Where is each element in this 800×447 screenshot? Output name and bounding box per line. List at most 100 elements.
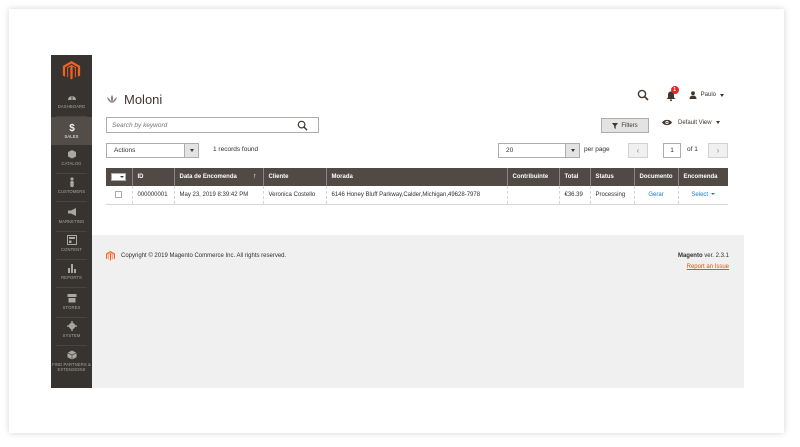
page-footer: Copyright © 2019 Magento Commerce Inc. A…: [92, 235, 744, 388]
chevron-left-icon: ‹: [636, 146, 640, 155]
page-total: of 1: [687, 146, 698, 153]
filters-label: Filters: [621, 122, 638, 129]
nav-reports[interactable]: REPORTS: [51, 263, 92, 285]
cell-date: May 23, 2019 8:39:42 PM: [173, 186, 263, 205]
nav-partners[interactable]: FIND PARTNERS & EXTENSIONS: [51, 350, 92, 380]
per-page-select[interactable]: 20: [498, 143, 580, 158]
brand-name: Magento: [677, 253, 703, 259]
cell-order: Select: [677, 186, 728, 205]
layout-icon: [66, 235, 77, 245]
cell-status: Processing: [589, 186, 634, 205]
cell-nif: [506, 186, 559, 205]
cell-id: 000000001: [131, 186, 174, 205]
chevron-down-icon: [711, 193, 716, 196]
notifications-badge: 1: [670, 86, 679, 94]
nav-marketing[interactable]: MARKETING: [51, 207, 92, 229]
nav-customers[interactable]: CUSTOMERS: [51, 177, 92, 199]
nav-stores[interactable]: STORES: [51, 293, 92, 315]
report-issue-link[interactable]: Report an Issue: [687, 264, 729, 270]
chevron-right-icon: ›: [716, 146, 720, 155]
column-header-label: Data de Encomenda: [179, 174, 237, 180]
user-menu[interactable]: Paulo: [689, 91, 724, 99]
dollar-icon: $: [69, 123, 75, 132]
header-actions: 1 Paulo: [637, 86, 724, 102]
chevron-down-icon: [189, 149, 194, 152]
order-select-link[interactable]: Select: [691, 192, 716, 198]
nav-label: CATALOG: [61, 161, 82, 166]
records-count: 1 records found: [213, 146, 259, 153]
search-input[interactable]: [107, 121, 292, 129]
mass-select-header[interactable]: [106, 168, 132, 186]
page-number-input[interactable]: 1: [663, 143, 681, 158]
row-checkbox[interactable]: [115, 191, 123, 199]
svg-text:$: $: [69, 123, 75, 132]
nav-label: SYSTEM: [62, 333, 81, 338]
nav-dashboard[interactable]: DASHBOARD: [51, 92, 92, 114]
magento-logo[interactable]: [62, 61, 81, 80]
nav-label: CUSTOMERS: [57, 189, 86, 194]
nav-catalog[interactable]: CATALOG: [51, 149, 92, 171]
nav-divider: [56, 173, 87, 174]
version-info: Magento ver. 2.3.1: [678, 253, 729, 259]
page-header: Moloni: [106, 89, 162, 109]
nav-label: DASHBOARD: [57, 104, 86, 109]
copyright-text: Copyright © 2019 Magento Commerce Inc. A…: [121, 253, 287, 259]
view-switcher[interactable]: Default View: [662, 119, 720, 126]
page-title: Moloni: [124, 91, 163, 107]
select-arrow: [565, 144, 579, 157]
nav-sales[interactable]: $ SALES: [51, 117, 92, 145]
magento-logo: [106, 251, 115, 261]
table-row: 000000001 May 23, 2019 8:39:42 PM Veroni…: [106, 186, 728, 205]
cell-total: €36.39: [558, 186, 590, 205]
nav-label: MARKETING: [58, 219, 85, 224]
nav-divider: [56, 287, 87, 288]
search-icon[interactable]: [297, 120, 308, 131]
column-header-id[interactable]: ID: [131, 168, 174, 186]
cube-icon: [67, 150, 76, 159]
nav-divider: [56, 317, 87, 318]
column-header-nif[interactable]: Contribuinte: [506, 168, 559, 186]
sort-arrow-icon: ↑: [253, 173, 257, 180]
column-header-address[interactable]: Morada: [325, 168, 507, 186]
nav-divider: [56, 231, 87, 232]
column-header-total[interactable]: Total: [558, 168, 590, 186]
column-header-status[interactable]: Status: [589, 168, 634, 186]
moloni-lotus-icon: [107, 95, 117, 103]
column-header-order[interactable]: Encomenda: [677, 168, 728, 186]
column-header-document[interactable]: Documento: [633, 168, 678, 186]
notifications-button[interactable]: 1: [665, 86, 679, 102]
chevron-down-icon: [720, 93, 724, 97]
sidebar: DASHBOARD $ SALES CATALOG CUSTOMERS MARK…: [51, 55, 92, 388]
column-header-client[interactable]: Cliente: [262, 168, 326, 186]
admin-app: DASHBOARD $ SALES CATALOG CUSTOMERS MARK…: [51, 55, 744, 388]
per-page-label: per page: [584, 146, 610, 153]
person-icon: [69, 177, 74, 187]
search-icon[interactable]: [637, 89, 649, 101]
nav-label: FIND PARTNERS & EXTENSIONS: [52, 362, 91, 372]
nav-content[interactable]: CONTENT: [51, 235, 92, 257]
next-page-button[interactable]: ›: [708, 143, 728, 158]
nav-label: REPORTS: [61, 275, 82, 280]
eye-icon: [662, 119, 672, 126]
prev-page-button[interactable]: ‹: [628, 143, 648, 158]
cell-document: Gerar: [633, 186, 678, 205]
chevron-down-icon: [570, 149, 575, 152]
box-icon: [66, 350, 77, 360]
generate-document-link[interactable]: Gerar: [648, 192, 663, 198]
per-page-value: 20: [506, 147, 514, 154]
mass-select-checkbox[interactable]: [111, 173, 126, 181]
grid-header-row: ID Data de Encomenda ↑ Cliente Morada Con…: [106, 168, 728, 186]
cell-client: Veronica Costello: [262, 186, 326, 205]
cell-address: 6146 Honey Bluff Parkway,Calder,Michigan…: [325, 186, 507, 205]
column-header-date[interactable]: Data de Encomenda ↑: [173, 168, 263, 186]
orders-grid: ID Data de Encomenda ↑ Cliente Morada Con…: [106, 168, 728, 205]
actions-label: Actions: [114, 147, 136, 154]
store-icon: [67, 294, 76, 303]
mass-actions-select[interactable]: Actions: [106, 143, 199, 158]
filters-button[interactable]: Filters: [601, 118, 649, 133]
nav-system[interactable]: SYSTEM: [51, 321, 92, 343]
select-arrow: [184, 144, 198, 157]
user-icon: [689, 91, 697, 99]
row-select-cell: [106, 186, 132, 205]
funnel-icon: [612, 122, 619, 129]
